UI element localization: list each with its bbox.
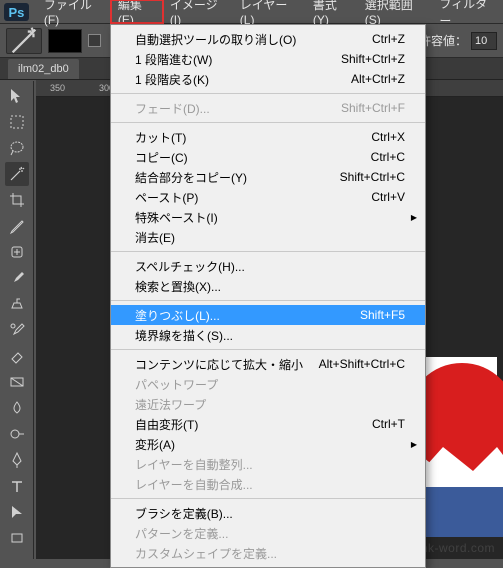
menu-item[interactable]: 選択範囲(S) [358, 0, 433, 23]
menu-entry: 遠近法ワープ [111, 394, 425, 414]
menu-entry-shortcut: Ctrl+C [371, 150, 405, 164]
menu-entry-label: レイヤーを自動合成... [135, 476, 405, 493]
menu-entry[interactable]: スペルチェック(H)... [111, 256, 425, 276]
spot-heal-tool[interactable] [5, 240, 29, 264]
menu-entry[interactable]: 特殊ペースト(I) [111, 207, 425, 227]
app-logo: Ps [4, 3, 29, 21]
menu-entry-label: スペルチェック(H)... [135, 258, 405, 275]
menu-entry: パターンを定義... [111, 523, 425, 543]
dodge-tool[interactable] [5, 422, 29, 446]
magic-wand-tool[interactable] [5, 162, 29, 186]
menu-entry[interactable]: 境界線を描く(S)... [111, 325, 425, 345]
menu-entry-label: コピー(C) [135, 149, 371, 166]
menu-entry-shortcut: Alt+Shift+Ctrl+C [319, 357, 405, 371]
menu-entry-label: パペットワープ [135, 376, 405, 393]
menu-entry-label: パターンを定義... [135, 525, 405, 542]
path-select-tool[interactable] [5, 500, 29, 524]
menu-entry-shortcut: Alt+Ctrl+Z [351, 72, 405, 86]
edit-menu-dropdown: 自動選択ツールの取り消し(O)Ctrl+Z1 段階進む(W)Shift+Ctrl… [110, 24, 426, 568]
history-brush-tool[interactable] [5, 318, 29, 342]
gradient-tool[interactable] [5, 370, 29, 394]
menu-entry: パペットワープ [111, 374, 425, 394]
menu-entry[interactable]: コピー(C)Ctrl+C [111, 147, 425, 167]
marquee-tool[interactable] [5, 110, 29, 134]
clone-stamp-tool[interactable] [5, 292, 29, 316]
menu-entry-shortcut: Ctrl+X [371, 130, 405, 144]
menu-entry-label: 結合部分をコピー(Y) [135, 169, 340, 186]
menu-entry[interactable]: カット(T)Ctrl+X [111, 127, 425, 147]
document-tab[interactable]: ilm02_db0 [8, 59, 79, 79]
menu-entry-label: 自動選択ツールの取り消し(O) [135, 31, 372, 48]
menu-entry-label: フェード(D)... [135, 100, 341, 117]
menu-entry-label: ペースト(P) [135, 189, 371, 206]
toolbox [0, 81, 34, 559]
menu-entry[interactable]: 自動選択ツールの取り消し(O)Ctrl+Z [111, 29, 425, 49]
menu-entry[interactable]: コンテンツに応じて拡大・縮小Alt+Shift+Ctrl+C [111, 354, 425, 374]
option-swatch[interactable] [48, 29, 82, 53]
pen-tool[interactable] [5, 448, 29, 472]
menu-entry[interactable]: 結合部分をコピー(Y)Shift+Ctrl+C [111, 167, 425, 187]
menu-item[interactable]: 書式(Y) [306, 0, 358, 23]
menu-item[interactable]: ファイル(F) [37, 0, 111, 23]
menu-entry-label: 遠近法ワープ [135, 396, 405, 413]
menubar: Ps ファイル(F)編集(E)イメージ(I)レイヤー(L)書式(Y)選択範囲(S… [0, 0, 503, 24]
menu-entry-shortcut: Ctrl+V [371, 190, 405, 204]
menu-entry[interactable]: 1 段階進む(W)Shift+Ctrl+Z [111, 49, 425, 69]
menu-entry-shortcut: Shift+Ctrl+C [340, 170, 405, 184]
menu-entry-label: 検索と置換(X)... [135, 278, 405, 295]
menu-entry[interactable]: 変形(A) [111, 434, 425, 454]
eyedropper-tool[interactable] [5, 214, 29, 238]
menu-entry-label: ブラシを定義(B)... [135, 505, 405, 522]
menu-entry-label: 自由変形(T) [135, 416, 372, 433]
menu-entry: カスタムシェイプを定義... [111, 543, 425, 563]
menu-entry-label: コンテンツに応じて拡大・縮小 [135, 356, 319, 373]
menu-entry[interactable]: 消去(E) [111, 227, 425, 247]
menu-item[interactable]: イメージ(I) [163, 0, 233, 23]
menu-entry-shortcut: Shift+Ctrl+Z [341, 52, 405, 66]
menu-entry-label: 特殊ペースト(I) [135, 209, 405, 226]
rectangle-tool[interactable] [5, 526, 29, 550]
menu-entry: レイヤーを自動合成... [111, 474, 425, 494]
crop-tool[interactable] [5, 188, 29, 212]
menu-entry-shortcut: Ctrl+T [372, 417, 405, 431]
option-checkbox[interactable] [88, 34, 101, 47]
menu-entry-shortcut: Ctrl+Z [372, 32, 405, 46]
menu-entry-shortcut: Shift+Ctrl+F [341, 101, 405, 115]
tolerance-input[interactable] [471, 32, 497, 50]
menu-entry[interactable]: 1 段階戻る(K)Alt+Ctrl+Z [111, 69, 425, 89]
menu-item[interactable]: レイヤー(L) [233, 0, 306, 23]
menu-entry-label: 1 段階進む(W) [135, 51, 341, 68]
tolerance-label: 許容値： [419, 32, 467, 49]
menu-entry-label: 塗りつぶし(L)... [135, 307, 360, 324]
menu-entry-label: 変形(A) [135, 436, 405, 453]
type-tool[interactable] [5, 474, 29, 498]
magic-wand-icon [7, 24, 41, 58]
eraser-tool[interactable] [5, 344, 29, 368]
menu-entry-label: レイヤーを自動整列... [135, 456, 405, 473]
current-tool-icon[interactable] [6, 28, 42, 54]
menu-entry[interactable]: 自由変形(T)Ctrl+T [111, 414, 425, 434]
blur-tool[interactable] [5, 396, 29, 420]
menu-entry[interactable]: ペースト(P)Ctrl+V [111, 187, 425, 207]
menu-entry[interactable]: ブラシを定義(B)... [111, 503, 425, 523]
menu-entry-label: 1 段階戻る(K) [135, 71, 351, 88]
menu-entry-label: 消去(E) [135, 229, 405, 246]
menu-entry-label: カット(T) [135, 129, 371, 146]
menu-entry[interactable]: 検索と置換(X)... [111, 276, 425, 296]
ruler-tick: 350 [50, 83, 65, 93]
menu-item[interactable]: 編集(E) [111, 0, 163, 23]
move-tool[interactable] [5, 84, 29, 108]
menu-entry-shortcut: Shift+F5 [360, 308, 405, 322]
menu-item[interactable]: フィルター [432, 0, 503, 23]
menu-entry: フェード(D)...Shift+Ctrl+F [111, 98, 425, 118]
lasso-tool[interactable] [5, 136, 29, 160]
menu-entry-label: 境界線を描く(S)... [135, 327, 405, 344]
brush-tool[interactable] [5, 266, 29, 290]
menu-entry: レイヤーを自動整列... [111, 454, 425, 474]
menu-entry[interactable]: 塗りつぶし(L)...Shift+F5 [111, 305, 425, 325]
